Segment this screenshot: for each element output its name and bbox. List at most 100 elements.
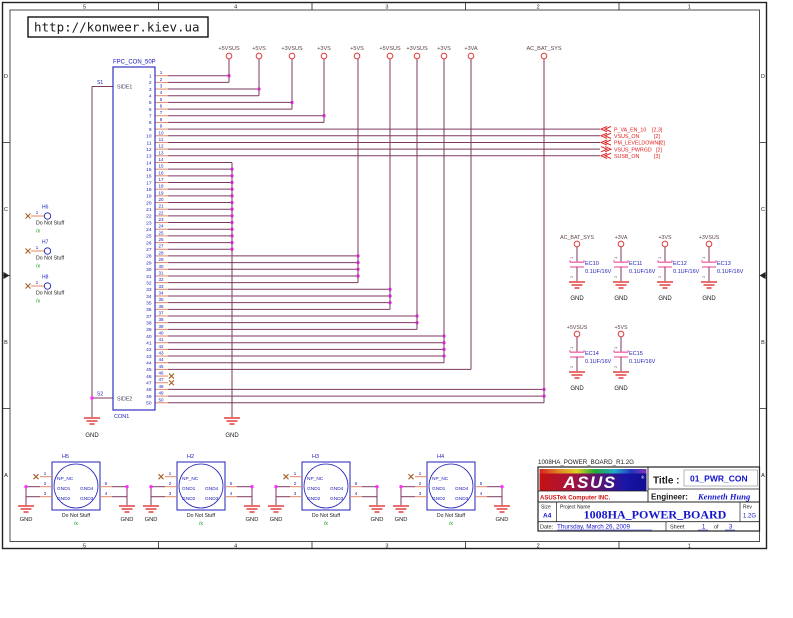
frame-col-label: 3 [385, 543, 388, 549]
cap-pin-number: 2 [569, 275, 574, 278]
pin-number: 37 [158, 311, 164, 316]
pin-number: 29 [146, 260, 152, 266]
pin-name: GND4 [205, 486, 219, 492]
pin-name: GND1 [307, 486, 321, 492]
power-rail: +3VS [437, 46, 451, 60]
pin-number: 1 [149, 74, 152, 80]
schematic-canvas: 54321 54321 DCBA DCBA http://konweer.kie… [1, 1, 768, 549]
cap-net-label: +5VS [614, 325, 628, 331]
cap-pin-number: 2 [613, 275, 618, 278]
gnd-label: GND [246, 517, 259, 523]
power-flag-icon [467, 52, 475, 60]
mounting-hole-large: H4 1 2 3 5 4 NP_NC GND1 GND2 GND4 GND3 D… [393, 454, 510, 527]
dns-mark: /x [36, 299, 40, 305]
pin-name: NP_NC [432, 476, 449, 482]
cap-pin-number: 2 [657, 275, 662, 278]
dns-mark: /x [199, 521, 203, 527]
connector-side1-label: SIDE1 [117, 85, 132, 91]
cap-pin-number: 1 [613, 346, 618, 349]
size-label: Size [541, 505, 551, 511]
gnd-label: GND [85, 433, 99, 439]
pin-name: GND1 [182, 486, 196, 492]
cap-pin-number: 2 [569, 365, 574, 368]
pin-number: 25 [158, 230, 164, 235]
capacitor-symbol [701, 241, 717, 288]
frame-row-label: D [761, 74, 765, 80]
pin-number: 17 [158, 177, 164, 182]
pin-number: 1 [44, 471, 47, 476]
signal-pages: [2] [656, 147, 662, 153]
pin-number: 47 [158, 377, 164, 382]
pin-name: GND2 [432, 496, 446, 502]
dns-note: Do Not Stuff [312, 513, 341, 519]
signal-name: PM_LEVELDOWN# [614, 141, 661, 147]
pin-number: 43 [158, 351, 164, 356]
power-rail: +3VSUS [281, 46, 303, 60]
sheet-label: Sheet [670, 525, 685, 531]
pin-number: 15 [146, 167, 152, 173]
cap-pin-number: 1 [569, 346, 574, 349]
pin-number: 44 [158, 357, 164, 362]
pin-number: 50 [146, 401, 152, 407]
pin-number: 6 [149, 107, 152, 113]
connector-ref: FPC_CON_50P [113, 60, 156, 66]
frame-row-label: D [4, 74, 8, 80]
dns-mark: /x [36, 229, 40, 235]
pin-number: 14 [158, 157, 164, 162]
pin-name: GND3 [205, 496, 219, 502]
capacitor-symbol [569, 241, 585, 288]
pin-number: 4 [160, 90, 163, 95]
engineer-value: Kenneth Hung [697, 492, 751, 502]
cap-net-label: AC_BAT_SYS [560, 235, 594, 241]
pin-number: 5 [160, 97, 163, 102]
signal-pages: [3] [654, 154, 660, 160]
pin-number: 22 [158, 210, 164, 215]
dns-note: Do Not Stuff [36, 221, 65, 227]
pin-number: 4 [149, 94, 152, 100]
gnd-label: GND [20, 517, 33, 523]
sheet-number: 1 [702, 525, 706, 531]
cap-pin-number: 1 [701, 256, 706, 259]
frame-row-label: B [4, 340, 8, 346]
title-value: 01_PWR_CON [690, 474, 748, 484]
signal-pages: [2] [659, 141, 665, 147]
pin-number: 2 [160, 77, 163, 82]
pin-number: 13 [146, 154, 152, 160]
gnd-symbol [223, 417, 241, 425]
pin-number: 36 [146, 307, 152, 313]
pin-number: 38 [158, 317, 164, 322]
pin-number: 8 [160, 117, 163, 122]
pin-number: 13 [158, 150, 164, 155]
capacitor: +3VSUS EC13 0.1UF/16V 1 2 GND [699, 235, 744, 302]
pin-number: 23 [158, 217, 164, 222]
pin-number: 31 [146, 274, 152, 280]
gnd-label: GND [614, 296, 628, 302]
gnd-symbol [83, 417, 101, 425]
cap-ref: EC11 [629, 261, 642, 267]
cap-pin-number: 1 [613, 256, 618, 259]
mounting-hole-large: H3 1 2 3 5 4 NP_NC GND1 GND2 GND4 GND3 D… [268, 454, 385, 527]
dns-mark: /x [324, 521, 328, 527]
cap-pin-number: 1 [569, 256, 574, 259]
pin-number: 3 [44, 491, 47, 496]
pin-number: 5 [355, 481, 358, 486]
pin-number: 50 [158, 397, 164, 402]
hole-symbol [18, 462, 135, 512]
cap-value: 0.1UF/16V [629, 269, 656, 275]
pin-number: 30 [146, 267, 152, 273]
offpage-arrow-icon [599, 152, 612, 159]
power-rail: +5VS [350, 46, 364, 60]
pin-number: 12 [158, 144, 164, 149]
offpage-arrow-icon [599, 132, 612, 139]
pin-number: 12 [146, 147, 152, 153]
hole-circle [43, 212, 52, 220]
pin-number: 25 [146, 234, 152, 240]
pin-number: 1 [160, 70, 163, 75]
frame-col-label: 4 [234, 5, 237, 11]
pin-number: 19 [158, 190, 164, 195]
rail-label: AC_BAT_SYS [526, 46, 561, 52]
capacitors-row2: +5VSUS EC14 0.1UF/16V 1 2 GND +5VS EC15 … [567, 325, 656, 392]
fold-arrow-right [759, 272, 766, 279]
cap-ref: EC15 [629, 351, 643, 357]
pin-number: 45 [146, 367, 152, 373]
